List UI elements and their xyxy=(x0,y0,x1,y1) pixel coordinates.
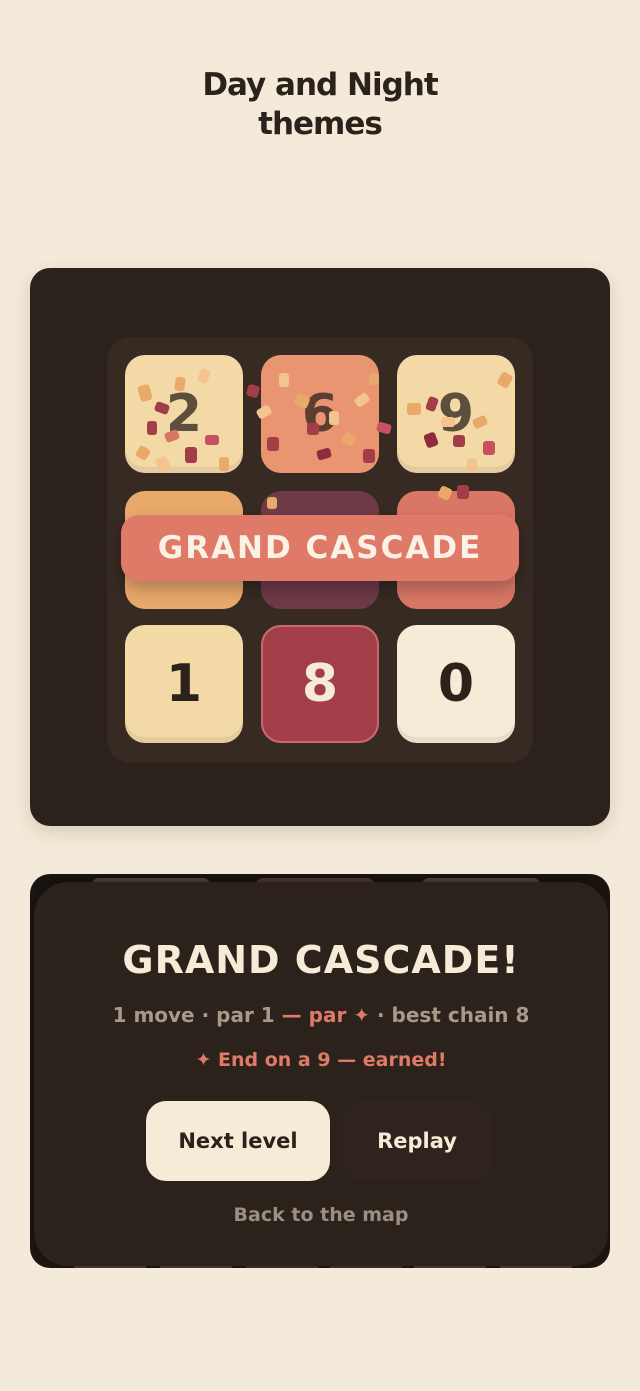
tile-r1c2[interactable]: 6 xyxy=(261,355,379,473)
tile-value: 8 xyxy=(301,654,339,714)
earned-objective: ✦ End on a 9 — earned! xyxy=(195,1049,447,1071)
tile-value: 0 xyxy=(437,654,475,714)
game-preview-card: 2 6 9 1 8 0 GRAND CASCADE xyxy=(30,268,610,826)
replay-button[interactable]: Replay xyxy=(342,1101,492,1181)
tile-r3c1[interactable]: 1 xyxy=(125,625,243,743)
tile-r1c1[interactable]: 2 xyxy=(125,355,243,473)
tile-r1c3[interactable]: 9 xyxy=(397,355,515,473)
result-stats: 1 move · par 1 — par ✦ · best chain 8 xyxy=(34,1003,608,1027)
result-title: GRAND CASCADE! xyxy=(122,938,520,982)
tile-r3c2[interactable]: 8 xyxy=(261,625,379,743)
tile-value: 2 xyxy=(165,384,203,444)
next-level-button[interactable]: Next level xyxy=(146,1101,330,1181)
result-sheet: GRAND CASCADE! 1 move · par 1 — par ✦ · … xyxy=(34,882,608,1266)
tile-r3c3[interactable]: 0 xyxy=(397,625,515,743)
back-to-map-link[interactable]: Back to the map xyxy=(34,1204,608,1226)
grand-cascade-banner: GRAND CASCADE xyxy=(121,515,519,581)
stats-par-highlight: — par ✦ xyxy=(274,1003,371,1027)
tile-value: 6 xyxy=(301,384,339,444)
tile-value: 9 xyxy=(437,384,475,444)
headline-line-2: themes xyxy=(258,106,383,142)
headline: Day and Night themes xyxy=(0,66,640,144)
result-card: GRAND CASCADE! 1 move · par 1 — par ✦ · … xyxy=(30,874,610,1268)
stats-moves: 1 move · par 1 xyxy=(112,1003,275,1027)
headline-line-1: Day and Night xyxy=(202,67,438,103)
tile-value: 1 xyxy=(165,654,203,714)
stats-best-chain: · best chain 8 xyxy=(370,1003,530,1027)
game-board: 2 6 9 1 8 0 GRAND CASCADE xyxy=(107,337,533,763)
